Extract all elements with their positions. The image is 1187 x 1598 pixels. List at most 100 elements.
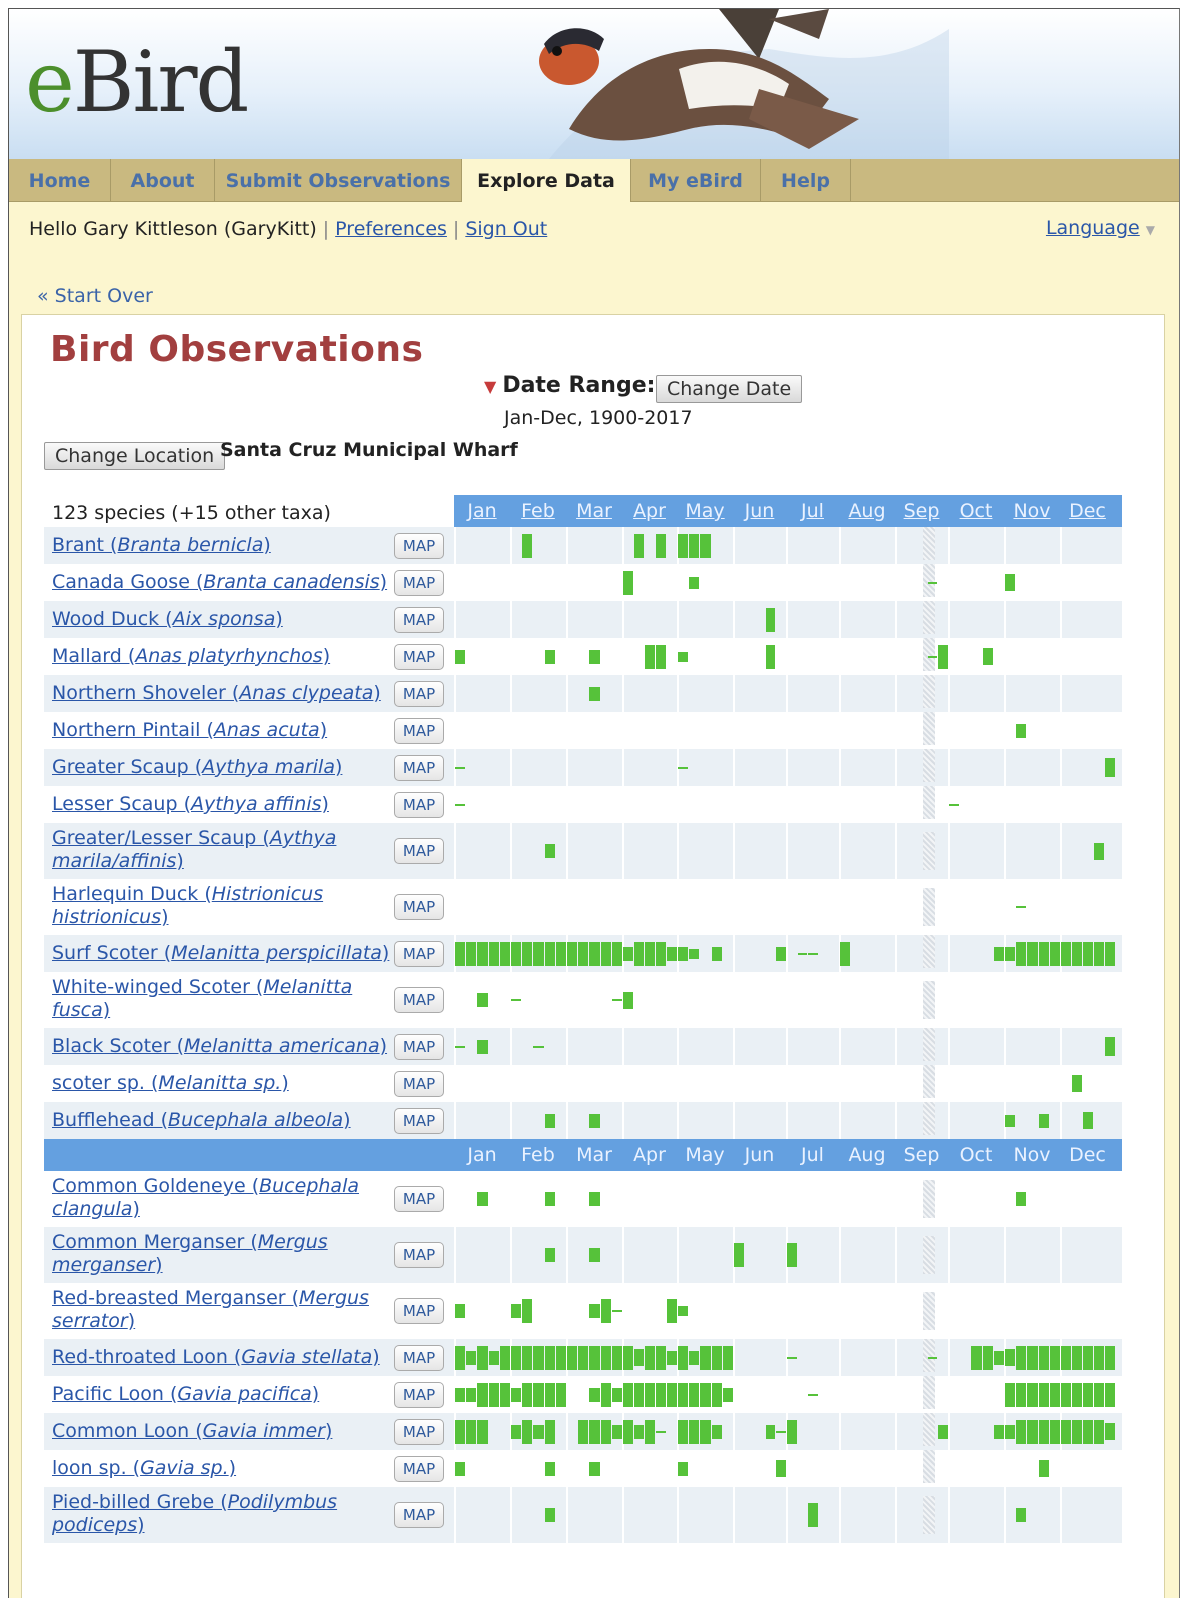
- map-button[interactable]: MAP: [394, 940, 444, 967]
- frequency-bar: [656, 1430, 666, 1433]
- tab-submit-observations[interactable]: Submit Observations: [215, 159, 462, 201]
- map-button[interactable]: MAP: [394, 754, 444, 781]
- frequency-bar: [689, 576, 700, 589]
- change-location-button[interactable]: Change Location: [44, 442, 226, 470]
- species-link[interactable]: Lesser Scaup (Aythya affinis): [52, 793, 329, 816]
- map-button[interactable]: MAP: [394, 680, 444, 707]
- frequency-bar: [578, 941, 589, 966]
- species-link[interactable]: Common Loon (Gavia immer): [52, 1420, 332, 1443]
- month-label-oct: Oct: [959, 1144, 993, 1166]
- month-label-mar[interactable]: Mar: [566, 495, 622, 527]
- no-data-marker: [923, 637, 935, 671]
- tab-home[interactable]: Home: [9, 159, 111, 201]
- species-link[interactable]: Black Scoter (Melanitta americana): [52, 1035, 387, 1058]
- month-label-dec[interactable]: Dec: [1060, 495, 1115, 527]
- month-label-oct[interactable]: Oct: [948, 495, 1004, 527]
- sign-out-link[interactable]: Sign Out: [465, 218, 547, 240]
- month-label-sep[interactable]: Sep: [895, 495, 948, 527]
- map-button[interactable]: MAP: [394, 1502, 444, 1528]
- frequency-bar: [600, 1345, 611, 1370]
- map-button[interactable]: MAP: [394, 1186, 444, 1212]
- frequency-bar: [1072, 1345, 1082, 1370]
- frequency-bar: [689, 1350, 700, 1365]
- species-row: Mallard (Anas platyrhynchos) MAP: [44, 637, 1122, 675]
- map-button[interactable]: MAP: [394, 1381, 444, 1408]
- frequency-bar: [1083, 1382, 1093, 1407]
- tab-explore-data[interactable]: Explore Data: [461, 159, 631, 202]
- map-button[interactable]: MAP: [394, 717, 444, 744]
- species-link[interactable]: Pied-billed Grebe (Podilymbus podiceps): [52, 1491, 337, 1537]
- species-link[interactable]: Common Merganser (Mergus merganser): [52, 1231, 328, 1277]
- map-button[interactable]: MAP: [394, 606, 444, 633]
- frequency-bar: [455, 1387, 466, 1402]
- frequency-bar: [656, 644, 666, 669]
- map-button[interactable]: MAP: [394, 1242, 444, 1268]
- species-link[interactable]: Wood Duck (Aix sponsa): [52, 608, 283, 631]
- species-link[interactable]: Red-breasted Merganser (Mergus serrator): [52, 1287, 369, 1333]
- map-button[interactable]: MAP: [394, 838, 444, 864]
- species-link[interactable]: scoter sp. (Melanitta sp.): [52, 1072, 289, 1095]
- frequency-bar: [938, 1424, 948, 1439]
- map-button[interactable]: MAP: [394, 1344, 444, 1371]
- species-link[interactable]: Mallard (Anas platyrhynchos): [52, 645, 330, 668]
- species-link[interactable]: Greater/Lesser Scaup (Aythya marila/affin…: [52, 827, 336, 873]
- frequency-bar: [455, 649, 466, 664]
- frequency-bar: [589, 1113, 600, 1128]
- map-button[interactable]: MAP: [394, 1418, 444, 1445]
- month-label-jun[interactable]: Jun: [733, 495, 786, 527]
- no-data-marker: [923, 1180, 935, 1218]
- species-link[interactable]: Brant (Branta bernicla): [52, 534, 271, 557]
- species-link[interactable]: Red-throated Loon (Gavia stellata): [52, 1346, 380, 1369]
- user-greeting: Hello Gary Kittleson (GaryKitt): [29, 218, 317, 240]
- species-link[interactable]: Greater Scaup (Aythya marila): [52, 756, 342, 779]
- date-range-label[interactable]: ▼ Date Range:: [484, 373, 655, 398]
- map-button[interactable]: MAP: [394, 894, 444, 920]
- map-button[interactable]: MAP: [394, 1298, 444, 1324]
- map-button[interactable]: MAP: [394, 791, 444, 818]
- frequency-bar: [808, 1393, 818, 1396]
- no-data-marker: [923, 888, 935, 926]
- species-link[interactable]: Bufflehead (Bucephala albeola): [52, 1109, 351, 1132]
- tab-about[interactable]: About: [111, 159, 215, 201]
- frequency-bar: [455, 803, 466, 806]
- species-link[interactable]: Northern Shoveler (Anas clypeata): [52, 682, 381, 705]
- month-label-aug[interactable]: Aug: [839, 495, 895, 527]
- frequency-bar: [1027, 1419, 1038, 1444]
- change-date-button[interactable]: Change Date: [656, 375, 803, 403]
- frequency-bar: [1027, 1382, 1038, 1407]
- map-button[interactable]: MAP: [394, 643, 444, 670]
- species-link[interactable]: Northern Pintail (Anas acuta): [52, 719, 327, 742]
- ebird-logo[interactable]: eBird: [25, 33, 249, 131]
- tab-help[interactable]: Help: [761, 159, 851, 201]
- map-button[interactable]: MAP: [394, 1070, 444, 1097]
- month-label-may[interactable]: May: [677, 495, 733, 527]
- frequency-bar: [689, 1419, 700, 1444]
- month-label-jul[interactable]: Jul: [786, 495, 839, 527]
- species-link[interactable]: White-winged Scoter (Melanitta fusca): [52, 976, 352, 1022]
- map-button[interactable]: MAP: [394, 1033, 444, 1060]
- month-label-jan[interactable]: Jan: [454, 495, 510, 527]
- species-link[interactable]: Common Goldeneye (Bucephala clangula): [52, 1175, 359, 1221]
- map-button[interactable]: MAP: [394, 1107, 444, 1134]
- species-link[interactable]: Harlequin Duck (Histrionicus histrionicus…: [52, 883, 323, 929]
- language-menu[interactable]: Language ▼: [1046, 217, 1155, 239]
- frequency-bar: [1094, 1345, 1104, 1370]
- map-button[interactable]: MAP: [394, 569, 444, 596]
- tab-my-ebird[interactable]: My eBird: [631, 159, 761, 201]
- frequency-bars: [454, 1064, 1122, 1102]
- species-link[interactable]: Pacific Loon (Gavia pacifica): [52, 1383, 319, 1406]
- species-link[interactable]: Canada Goose (Branta canadensis): [52, 571, 387, 594]
- frequency-bar: [689, 533, 700, 558]
- month-label-feb[interactable]: Feb: [510, 495, 566, 527]
- month-label-nov[interactable]: Nov: [1004, 495, 1060, 527]
- frequency-bar: [1005, 574, 1016, 591]
- map-button[interactable]: MAP: [394, 1455, 444, 1482]
- language-link[interactable]: Language: [1046, 217, 1140, 239]
- preferences-link[interactable]: Preferences: [335, 218, 447, 240]
- start-over-link[interactable]: « Start Over: [37, 285, 153, 307]
- species-link[interactable]: Surf Scoter (Melanitta perspicillata): [52, 942, 389, 965]
- map-button[interactable]: MAP: [394, 532, 444, 559]
- map-button[interactable]: MAP: [394, 987, 444, 1013]
- month-label-apr[interactable]: Apr: [622, 495, 677, 527]
- species-link[interactable]: loon sp. (Gavia sp.): [52, 1457, 236, 1480]
